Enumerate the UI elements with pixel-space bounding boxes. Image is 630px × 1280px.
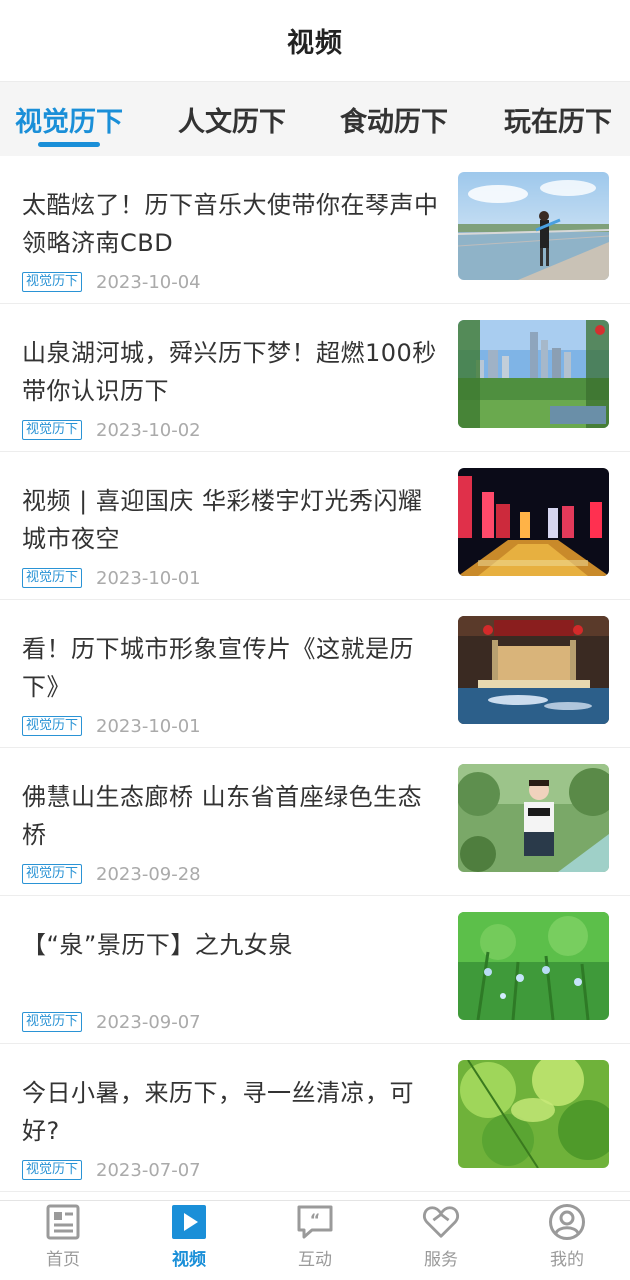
tab-culture-lixia[interactable]: 人文历下 [160,82,304,156]
category-tag: 视觉历下 [22,864,83,884]
category-tag: 视觉历下 [22,272,83,292]
video-thumbnail[interactable] [458,912,609,1020]
nav-label: 互动 [298,1250,332,1270]
item-title: 【“泉”景历下】之九女泉 [22,931,293,959]
nav-label: 首页 [46,1250,80,1270]
category-tag: 视觉历下 [22,420,83,440]
nav-service[interactable]: 服务 [378,1201,504,1280]
chat-quote-icon: “ [296,1203,334,1241]
tab-label: 视觉历下 [15,106,123,138]
video-thumbnail[interactable] [458,172,609,280]
publish-date: 2023-10-01 [96,715,201,737]
video-thumbnail[interactable] [458,320,609,428]
nav-home[interactable]: 首页 [0,1201,126,1280]
nav-label: 视频 [172,1250,206,1270]
item-title: 佛慧山生态廊桥 山东省首座绿色生态桥 [22,783,423,849]
category-tag: 视觉历下 [22,1012,83,1032]
user-icon [548,1203,586,1241]
nav-interact[interactable]: “ 互动 [252,1201,378,1280]
list-item[interactable]: 视频 | 喜迎国庆 华彩楼宇灯光秀闪耀城市夜空 视觉历下 2023-10-01 [0,452,630,600]
publish-date: 2023-09-07 [96,1011,201,1033]
item-title: 视频 | 喜迎国庆 华彩楼宇灯光秀闪耀城市夜空 [22,487,423,553]
video-thumbnail[interactable] [458,1060,609,1168]
list-item[interactable]: 【“泉”景历下】之九女泉 视觉历下 2023-09-07 [0,896,630,1044]
video-thumbnail[interactable] [458,468,609,576]
publish-date: 2023-09-28 [96,863,201,885]
heart-service-icon [422,1203,460,1241]
tab-food-lixia[interactable]: 食动历下 [322,82,466,156]
play-icon [170,1203,208,1241]
page-title: 视频 [287,28,343,59]
app-header: 视频 [0,0,630,82]
video-list: 太酷炫了！历下音乐大使带你在琴声中领略济南CBD 视觉历下 2023-10-04 [0,156,630,1192]
item-title: 看！历下城市形象宣传片《这就是历下》 [22,635,414,701]
item-meta: 视觉历下 2023-07-07 [22,1159,201,1181]
publish-date: 2023-10-02 [96,419,201,441]
publish-date: 2023-10-04 [96,271,201,293]
nav-profile[interactable]: 我的 [504,1201,630,1280]
category-tabs: 视觉历下 人文历下 食动历下 玩在历下 [0,82,630,156]
item-meta: 视觉历下 2023-10-04 [22,271,201,293]
tab-play-lixia[interactable]: 玩在历下 [486,82,630,156]
item-meta: 视觉历下 2023-10-02 [22,419,201,441]
publish-date: 2023-07-07 [96,1159,201,1181]
category-tag: 视觉历下 [22,716,83,736]
nav-label: 我的 [550,1250,584,1270]
video-thumbnail[interactable] [458,616,609,724]
item-title: 今日小暑，来历下，寻一丝清凉，可好? [22,1079,414,1145]
item-meta: 视觉历下 2023-10-01 [22,567,201,589]
tab-visual-lixia[interactable]: 视觉历下 [0,82,138,156]
list-item[interactable]: 看！历下城市形象宣传片《这就是历下》 视觉历下 2023-10-01 [0,600,630,748]
news-icon [44,1203,82,1241]
tab-label: 人文历下 [178,106,286,138]
item-title: 太酷炫了！历下音乐大使带你在琴声中领略济南CBD [22,191,439,257]
tab-label: 玩在历下 [504,106,612,138]
list-item[interactable]: 太酷炫了！历下音乐大使带你在琴声中领略济南CBD 视觉历下 2023-10-04 [0,156,630,304]
list-item[interactable]: 佛慧山生态廊桥 山东省首座绿色生态桥 视觉历下 2023-09-28 [0,748,630,896]
item-meta: 视觉历下 2023-09-28 [22,863,201,885]
active-tab-indicator [38,142,100,147]
bottom-navigation: 首页 视频 “ 互动 服务 我的 [0,1200,630,1280]
item-meta: 视觉历下 2023-10-01 [22,715,201,737]
svg-text:“: “ [310,1210,321,1229]
tab-label: 食动历下 [340,106,448,138]
video-thumbnail[interactable] [458,764,609,872]
nav-video[interactable]: 视频 [126,1201,252,1280]
nav-label: 服务 [424,1250,458,1270]
list-item[interactable]: 今日小暑，来历下，寻一丝清凉，可好? 视觉历下 2023-07-07 [0,1044,630,1192]
category-tag: 视觉历下 [22,568,83,588]
list-item[interactable]: 山泉湖河城，舜兴历下梦！超燃100秒带你认识历下 视觉历下 2023-10-02 [0,304,630,452]
item-title: 山泉湖河城，舜兴历下梦！超燃100秒带你认识历下 [22,339,437,405]
item-meta: 视觉历下 2023-09-07 [22,1011,201,1033]
publish-date: 2023-10-01 [96,567,201,589]
category-tag: 视觉历下 [22,1160,83,1180]
